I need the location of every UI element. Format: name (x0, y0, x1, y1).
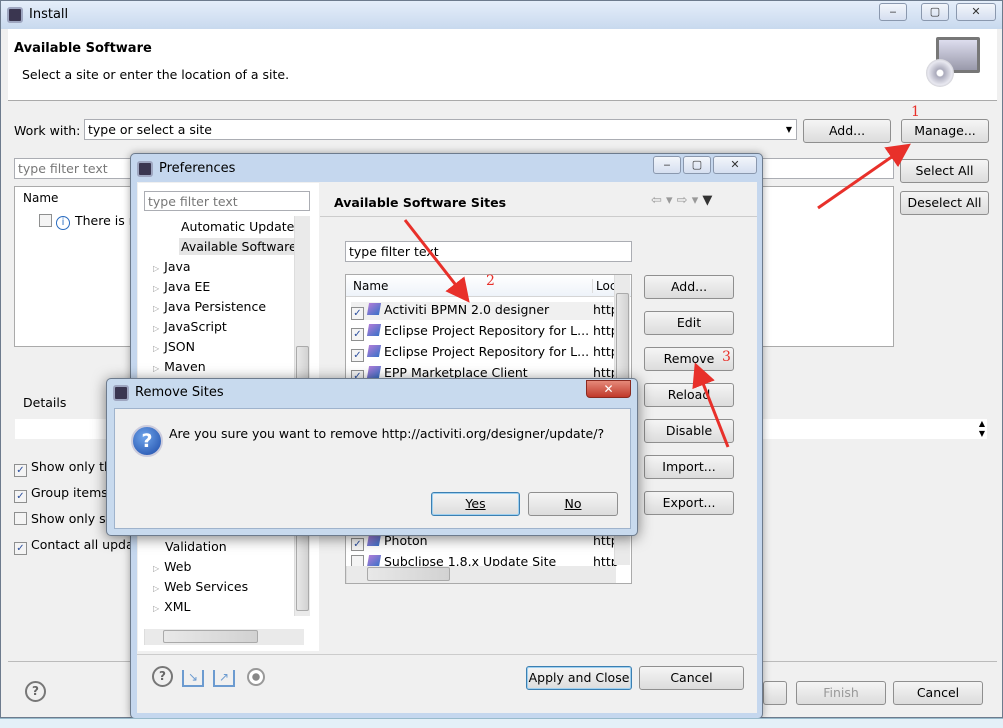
annotation-arrow-2 (403, 219, 470, 303)
taskbar-strip (0, 718, 1003, 728)
annotation-label-3: 3 (722, 349, 731, 365)
annotation-arrow-1 (817, 143, 911, 210)
annotation-arrow-3 (692, 362, 730, 448)
annotation-label-2: 2 (486, 273, 495, 289)
annotation-overlay: 1 2 3 (403, 104, 920, 448)
annotation-label-1: 1 (911, 104, 920, 120)
